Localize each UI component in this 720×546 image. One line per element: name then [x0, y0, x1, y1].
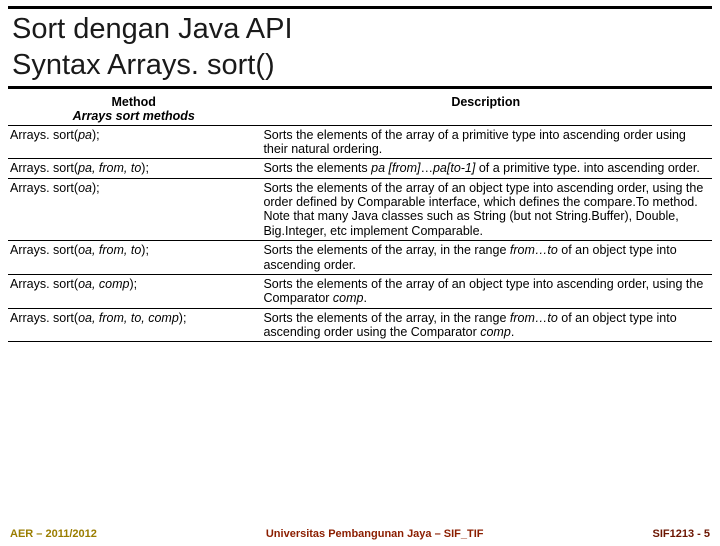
table-row: Arrays. sort(pa, from, to);Sorts the ele…: [8, 159, 712, 178]
footer-right: SIF1213 - 5: [653, 528, 710, 540]
method-args: oa: [78, 181, 92, 195]
table-row: Arrays. sort(oa, from, to);Sorts the ele…: [8, 241, 712, 275]
method-prefix: Arrays. sort(: [10, 181, 78, 195]
methods-table: Method Arrays sort methods Description A…: [8, 93, 712, 343]
method-tail: );: [141, 243, 149, 257]
method-args: oa, comp: [78, 277, 129, 291]
cell-description: Sorts the elements of the array of an ob…: [261, 178, 712, 241]
cell-method: Arrays. sort(oa);: [8, 178, 261, 241]
method-args: pa: [78, 128, 92, 142]
table-row: Arrays. sort(oa, comp);Sorts the element…: [8, 274, 712, 308]
cell-description: Sorts the elements of the array, in the …: [261, 241, 712, 275]
method-prefix: Arrays. sort(: [10, 311, 78, 325]
slide-title-block: Sort dengan Java API Syntax Arrays. sort…: [8, 6, 712, 89]
method-tail: );: [92, 128, 100, 142]
table-row: Arrays. sort(pa);Sorts the elements of t…: [8, 125, 712, 159]
method-tail: );: [129, 277, 137, 291]
method-tail: );: [141, 161, 149, 175]
cell-method: Arrays. sort(pa, from, to);: [8, 159, 261, 178]
method-args: oa, from, to: [78, 243, 141, 257]
method-prefix: Arrays. sort(: [10, 128, 78, 142]
footer-mid: Universitas Pembangunan Jaya – SIF_TIF: [266, 528, 484, 540]
th-method-sub: Arrays sort methods: [10, 109, 257, 123]
cell-description: Sorts the elements of the array of a pri…: [261, 125, 712, 159]
th-method: Method Arrays sort methods: [8, 93, 261, 126]
cell-description: Sorts the elements pa [from]…pa[to-1] of…: [261, 159, 712, 178]
method-args: pa, from, to: [78, 161, 141, 175]
cell-description: Sorts the elements of the array, in the …: [261, 308, 712, 342]
slide-title-line1: Sort dengan Java API: [12, 11, 708, 47]
cell-description: Sorts the elements of the array of an ob…: [261, 274, 712, 308]
table-row: Arrays. sort(oa);Sorts the elements of t…: [8, 178, 712, 241]
slide-footer: AER – 2011/2012 Universitas Pembangunan …: [0, 528, 720, 540]
cell-method: Arrays. sort(oa, from, to, comp);: [8, 308, 261, 342]
footer-left: AER – 2011/2012: [10, 528, 97, 540]
method-args: oa, from, to, comp: [78, 311, 179, 325]
method-prefix: Arrays. sort(: [10, 277, 78, 291]
th-description: Description: [261, 93, 712, 126]
slide-title-line2: Syntax Arrays. sort(): [12, 47, 708, 83]
method-prefix: Arrays. sort(: [10, 161, 78, 175]
cell-method: Arrays. sort(pa);: [8, 125, 261, 159]
method-tail: );: [179, 311, 187, 325]
cell-method: Arrays. sort(oa, comp);: [8, 274, 261, 308]
method-tail: );: [92, 181, 100, 195]
th-method-label: Method: [112, 95, 156, 109]
table-row: Arrays. sort(oa, from, to, comp);Sorts t…: [8, 308, 712, 342]
cell-method: Arrays. sort(oa, from, to);: [8, 241, 261, 275]
method-prefix: Arrays. sort(: [10, 243, 78, 257]
